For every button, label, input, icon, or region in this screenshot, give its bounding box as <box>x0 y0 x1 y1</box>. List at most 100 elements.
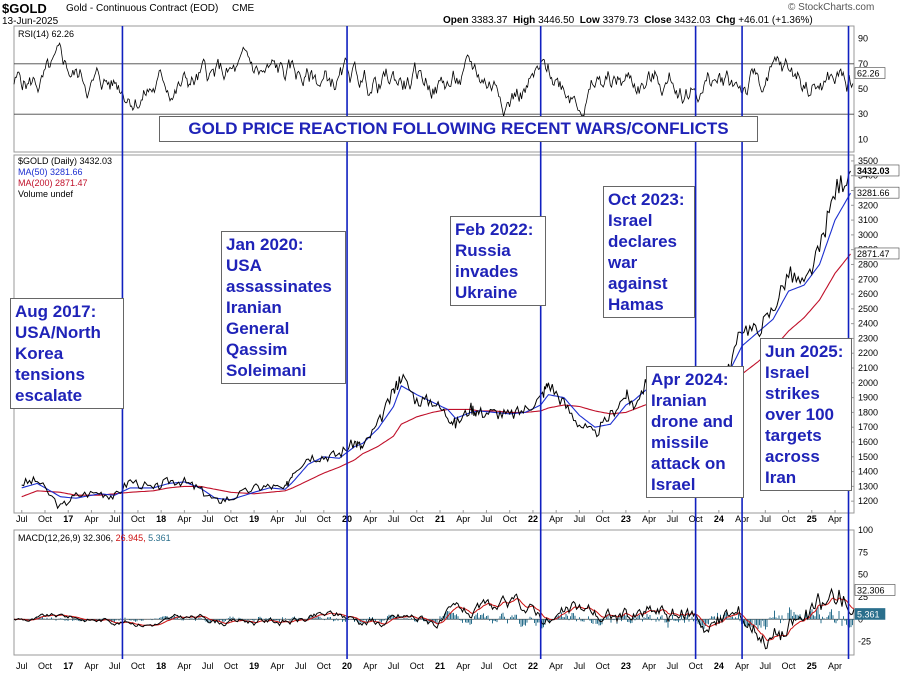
annotation-line: Qassim <box>226 340 288 359</box>
price-y-tick-label: 2200 <box>858 348 878 358</box>
annotation-line: USA/North <box>15 323 101 342</box>
macd-x-tick-label: Jul <box>109 661 121 671</box>
x-tick-label: Oct <box>596 514 611 524</box>
macd-x-tick-label: Oct <box>317 661 332 671</box>
x-tick-label: Jul <box>574 514 586 524</box>
annotation-line: USA <box>226 256 262 275</box>
x-tick-label: Oct <box>410 514 425 524</box>
price-y-tick-label: 3000 <box>858 230 878 240</box>
annotation-line: war <box>608 253 638 272</box>
macd-x-tick-label: 25 <box>807 661 817 671</box>
symbol: $GOLD <box>2 1 47 16</box>
exchange: CME <box>232 3 255 14</box>
rsi-y-tick-label: 10 <box>858 134 868 144</box>
annotation-line: Israel <box>608 211 653 230</box>
x-tick-label: 24 <box>714 514 724 524</box>
price-y-tick-label: 2500 <box>858 304 878 314</box>
price-y-tick-label: 2400 <box>858 319 878 329</box>
annotation-line: missile <box>651 433 709 452</box>
macd-x-tick-label: Jul <box>667 661 679 671</box>
instrument-name: Gold - Continuous Contract (EOD) <box>66 3 219 14</box>
price-y-tick-label: 1300 <box>858 481 878 491</box>
price-y-tick-label: 2600 <box>858 289 878 299</box>
x-tick-label: Apr <box>549 514 563 524</box>
annotation-line: Aug 2017: <box>15 302 97 321</box>
annotation-line: Hamas <box>608 295 664 314</box>
chart-title: GOLD PRICE REACTION FOLLOWING RECENT WAR… <box>159 116 758 142</box>
x-tick-label: Oct <box>503 514 518 524</box>
x-tick-label: 18 <box>156 514 166 524</box>
macd-x-tick-label: Apr <box>828 661 842 671</box>
ohlc-readout: Open 3383.37 High 3446.50 Low 3379.73 Cl… <box>443 15 813 26</box>
ma200-last-label: 2871.47 <box>857 249 890 259</box>
macd-x-tick-label: 22 <box>528 661 538 671</box>
price-y-tick-label: 1600 <box>858 437 878 447</box>
macd-x-tick-label: Jul <box>16 661 28 671</box>
x-tick-label: Oct <box>131 514 146 524</box>
annotation-line: invades <box>455 262 519 281</box>
macd-y-tick-label: 50 <box>858 570 868 580</box>
macd-hist-value: 5.361 <box>148 533 171 543</box>
macd-x-tick-label: Jul <box>202 661 214 671</box>
high-value: 3446.50 <box>538 15 575 26</box>
macd-x-tick-label: Apr <box>84 661 98 671</box>
macd-signal-value: 26.945, <box>115 533 146 543</box>
close-label: Close <box>644 15 672 26</box>
x-tick-label: Jul <box>667 514 679 524</box>
annotation-line: escalate <box>15 386 83 405</box>
volume-legend: Volume undef <box>18 189 74 199</box>
macd-x-tick-label: Oct <box>689 661 704 671</box>
macd-legend-value: 32.306, <box>83 533 114 543</box>
macd-legend-label: MACD(12,26,9) <box>18 533 81 543</box>
open-value: 3383.37 <box>471 15 508 26</box>
macd-x-tick-label: Jul <box>574 661 586 671</box>
macd-x-tick-label: Apr <box>642 661 656 671</box>
x-tick-label: 25 <box>807 514 817 524</box>
annotation-line: Feb 2022: <box>455 220 534 239</box>
macd-x-tick-label: 24 <box>714 661 724 671</box>
macd-y-tick-label: 100 <box>858 525 873 535</box>
annotation-line: against <box>608 274 668 293</box>
annotation-line: drone and <box>651 412 734 431</box>
x-tick-label: 17 <box>63 514 73 524</box>
x-tick-label: Jul <box>202 514 214 524</box>
macd-x-tick-label: Jul <box>481 661 493 671</box>
chg-value: +46.01 (+1.36%) <box>738 15 813 26</box>
macd-x-tick-label: 19 <box>249 661 259 671</box>
x-tick-label: 22 <box>528 514 538 524</box>
macd-x-tick-label: 21 <box>435 661 445 671</box>
macd-x-tick-label: 20 <box>342 661 352 671</box>
rsi-y-tick-label: 50 <box>858 84 868 94</box>
annotation-line: assassinates <box>226 277 332 296</box>
price-y-tick-label: 3500 <box>858 156 878 166</box>
macd-legend: MACD(12,26,9) 32.306, 26.945, 5.361 <box>18 533 171 543</box>
macd-x-tick-label: Oct <box>224 661 239 671</box>
x-tick-label: Apr <box>642 514 656 524</box>
ma50-last-label: 3281.66 <box>857 188 890 198</box>
annotation-line: Russia <box>455 241 511 260</box>
annotation-oct-2023: Oct 2023: Israel declares war against Hamas <box>603 186 695 318</box>
macd-x-tick-label: Oct <box>596 661 611 671</box>
annotation-line: Iran <box>765 468 797 487</box>
annotation-line: attack on <box>651 454 726 473</box>
open-label: Open <box>443 15 469 26</box>
annotation-line: Apr 2024: <box>651 370 729 389</box>
ma200-legend: MA(200) 2871.47 <box>18 178 88 188</box>
x-tick-label: Apr <box>84 514 98 524</box>
price-y-tick-label: 1500 <box>858 452 878 462</box>
close-last-label: 3432.03 <box>857 166 890 176</box>
chg-label: Chg <box>716 15 736 26</box>
x-tick-label: 23 <box>621 514 631 524</box>
price-y-tick-label: 2300 <box>858 333 878 343</box>
rsi-line <box>13 42 854 117</box>
annotation-line: Iranian <box>226 298 282 317</box>
macd-y-tick-label: -25 <box>858 637 871 647</box>
macd-x-tick-label: Oct <box>503 661 518 671</box>
annotation-line: Israel <box>765 363 810 382</box>
chart-canvas: Jul Jul Oct Oct 17 17 Apr Apr Jul Jul Oct Oct 18 18 Ap… <box>13 25 900 671</box>
macd-x-tick-label: Apr <box>270 661 284 671</box>
macd-y-tick-label: 75 <box>858 547 868 557</box>
macd-panel-frame <box>13 529 855 656</box>
price-y-tick-label: 1200 <box>858 496 878 506</box>
macd-x-tick-label: Jul <box>388 661 400 671</box>
